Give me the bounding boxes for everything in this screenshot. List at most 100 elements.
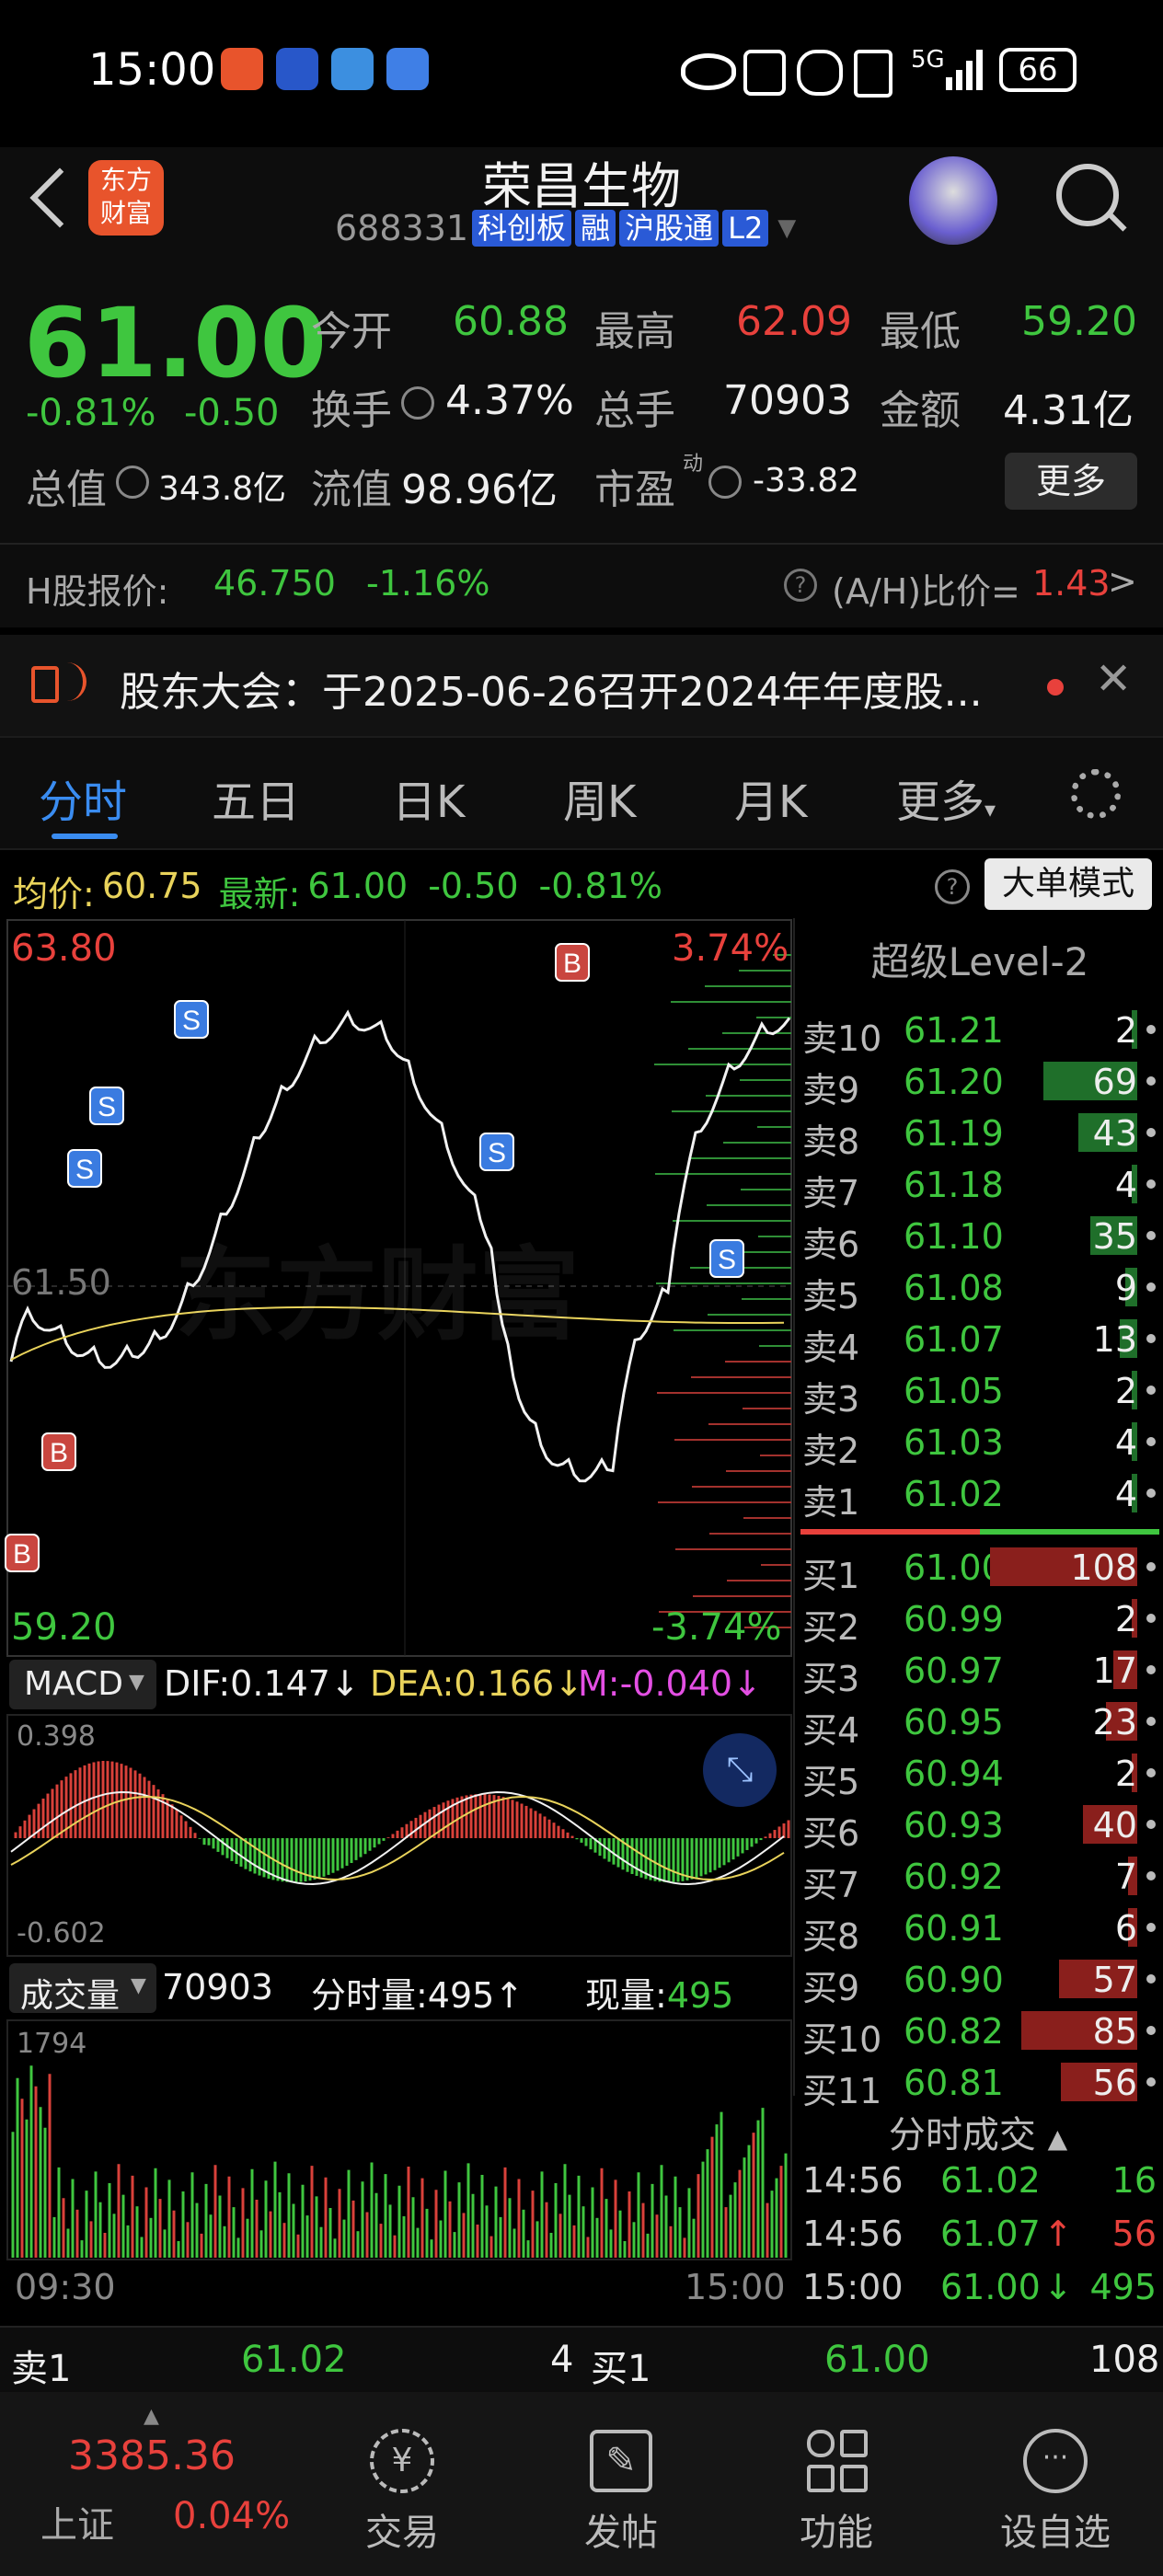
level-price: 60.91 [904, 1908, 1004, 1949]
volume-total: 70903 [162, 1967, 273, 2007]
ask-row[interactable]: 卖6 61.10 35 [795, 1209, 1163, 1265]
sell-marker[interactable]: S [479, 1133, 514, 1171]
level-label: 卖2 [802, 1431, 860, 1471]
sell-marker[interactable]: S [67, 1149, 102, 1188]
index-ticker[interactable]: ▲ 3385.36 上证 0.04% [9, 2405, 313, 2570]
volume-tick: 分时量:495↑ [311, 1975, 524, 2016]
nav-add-watchlist[interactable]: ··· 设自选 [977, 2420, 1134, 2556]
tab-five-day[interactable]: 五日 [212, 765, 300, 830]
buy-marker[interactable]: B [555, 943, 590, 982]
level-marker [1146, 1871, 1156, 1880]
h-share-row[interactable]: H股报价: 46.750 -1.16% ? (A/H)比价= 1.43 > [0, 543, 1163, 627]
bid-row[interactable]: 买8 60.91 6 [795, 1901, 1163, 1957]
level-price: 60.92 [904, 1857, 1004, 1897]
bid-row[interactable]: 买6 60.93 40 [795, 1798, 1163, 1854]
high-value: 62.09 [736, 298, 852, 345]
bid-row[interactable]: 买9 60.90 57 [795, 1952, 1163, 2008]
trade-volume: 495 [1089, 2267, 1157, 2307]
expand-icon[interactable]: ⤡ [703, 1733, 777, 1807]
level-price: 60.95 [904, 1702, 1004, 1742]
level-marker [1146, 1923, 1156, 1932]
buy-marker[interactable]: B [5, 1534, 40, 1572]
intraday-chart-area[interactable]: BBBBBSSSSS 东方财富 63.80 3.74% 61.50 59.20 … [0, 918, 793, 2326]
tick-trades[interactable]: 分时成交 ▲ 14:56 61.02 16 14:56 61.07 ↑ 56 15:00 61.… [793, 2098, 1163, 2328]
info-icon[interactable] [116, 466, 149, 499]
help-icon[interactable]: ? [784, 569, 817, 602]
sell-marker[interactable]: S [174, 1000, 209, 1039]
active-tab-indicator [52, 834, 118, 839]
trade-time: 14:56 [802, 2214, 904, 2254]
unread-dot [1047, 679, 1064, 696]
ask-row[interactable]: 卖8 61.19 43 [795, 1106, 1163, 1162]
level-volume: 2 [1114, 1754, 1137, 1794]
tab-monthly-k[interactable]: 月K [734, 765, 807, 830]
ask-row[interactable]: 卖10 61.21 2 [795, 1003, 1163, 1059]
ask-row[interactable]: 卖9 61.20 69 [795, 1054, 1163, 1110]
level-price: 61.00 [904, 1547, 1004, 1588]
level-label: 卖1 [802, 1482, 860, 1523]
level-label: 卖9 [802, 1070, 860, 1110]
level-price: 60.93 [904, 1805, 1004, 1846]
gear-icon[interactable] [1071, 769, 1121, 819]
tab-intraday[interactable]: 分时 [39, 765, 127, 830]
volume-selector[interactable]: 成交量 ▼ [9, 1963, 156, 2015]
buy-marker[interactable]: B [41, 1432, 76, 1471]
bottom-nav: ▲ 3385.36 上证 0.04% ¥ 交易 ✎ 发帖 功能 ··· 设自选 [0, 2392, 1163, 2576]
open-value: 60.88 [453, 298, 569, 345]
more-button[interactable]: 更多 [1005, 453, 1137, 510]
macd-selector[interactable]: MACD ▼ [9, 1660, 156, 1709]
sell-marker[interactable]: S [709, 1239, 744, 1278]
pe-dynamic-mark: 动 [683, 453, 704, 476]
close-icon[interactable]: ✕ [1095, 653, 1132, 705]
info-icon[interactable] [401, 386, 434, 420]
stock-code-row[interactable]: 688331 科创板 融 沪股通 L2 ▼ [335, 208, 796, 248]
level-marker [1146, 1128, 1156, 1137]
level-marker [1146, 1334, 1156, 1343]
level-label: 买6 [802, 1813, 860, 1854]
level-marker [1146, 1282, 1156, 1292]
tab-weekly-k[interactable]: 周K [563, 765, 636, 830]
svg-text:S: S [75, 1155, 94, 1185]
big-order-mode-button[interactable]: 大单模式 [985, 858, 1152, 910]
time-axis-end: 15:00 [685, 2267, 786, 2307]
level-label: 买1 [802, 1556, 860, 1596]
nav-trade[interactable]: ¥ 交易 [324, 2420, 480, 2556]
trade-price: 61.07 [940, 2214, 1041, 2254]
info-icon[interactable] [708, 466, 742, 499]
tab-daily-k[interactable]: 日K [392, 765, 465, 830]
level-volume: 2 [1114, 1010, 1137, 1051]
bid-row[interactable]: 买1 61.00 108 [795, 1540, 1163, 1596]
best-bid-label: 买1 [591, 2348, 651, 2390]
level-marker [1146, 1489, 1156, 1498]
best-ask-label: 卖1 [11, 2348, 72, 2390]
battery-icon: 66 [999, 48, 1077, 92]
bid-row[interactable]: 买7 60.92 7 [795, 1849, 1163, 1905]
trade-time: 14:56 [802, 2160, 904, 2201]
bid-row[interactable]: 买5 60.94 2 [795, 1746, 1163, 1802]
quote-panel: 61.00 -0.81% -0.50 今开 60.88 最高 62.09 最低 … [0, 267, 1163, 543]
ask-row[interactable]: 卖4 61.07 13 [795, 1312, 1163, 1368]
ask-row[interactable]: 卖5 61.08 9 [795, 1260, 1163, 1317]
assistant-avatar[interactable] [909, 156, 997, 245]
ask-row[interactable]: 卖3 61.05 2 [795, 1363, 1163, 1420]
board-tag: 科创板 [472, 210, 572, 247]
ask-row[interactable]: 卖7 61.18 4 [795, 1157, 1163, 1213]
bid-row[interactable]: 买10 60.82 85 [795, 2004, 1163, 2060]
bid-row[interactable]: 买4 60.95 23 [795, 1695, 1163, 1751]
level-label: 买8 [802, 1916, 860, 1957]
announcement-banner[interactable]: 股东大会：于2025-06-26召开2024年年度股... ✕ [0, 635, 1163, 736]
tick-trades-title[interactable]: 分时成交 ▲ [793, 2105, 1163, 2158]
bid-row[interactable]: 买2 60.99 2 [795, 1592, 1163, 1648]
nav-functions[interactable]: 功能 [758, 2420, 915, 2556]
svg-text:B: B [563, 949, 582, 979]
help-icon[interactable]: ? [935, 869, 970, 904]
ask-row[interactable]: 卖1 61.02 4 [795, 1466, 1163, 1523]
price-axis-low: 59.20 [11, 1606, 117, 1649]
ask-row[interactable]: 卖2 61.03 4 [795, 1415, 1163, 1471]
bid-row[interactable]: 买3 60.97 17 [795, 1643, 1163, 1699]
tab-more[interactable]: 更多▾ [896, 765, 996, 830]
sell-marker[interactable]: S [89, 1087, 124, 1125]
level-label: 卖4 [802, 1328, 860, 1368]
intraday-summary-bar: 均价: 60.75 最新: 61.00 -0.50 -0.81% ? 大单模式 [0, 851, 1163, 915]
nav-post[interactable]: ✎ 发帖 [543, 2420, 699, 2556]
